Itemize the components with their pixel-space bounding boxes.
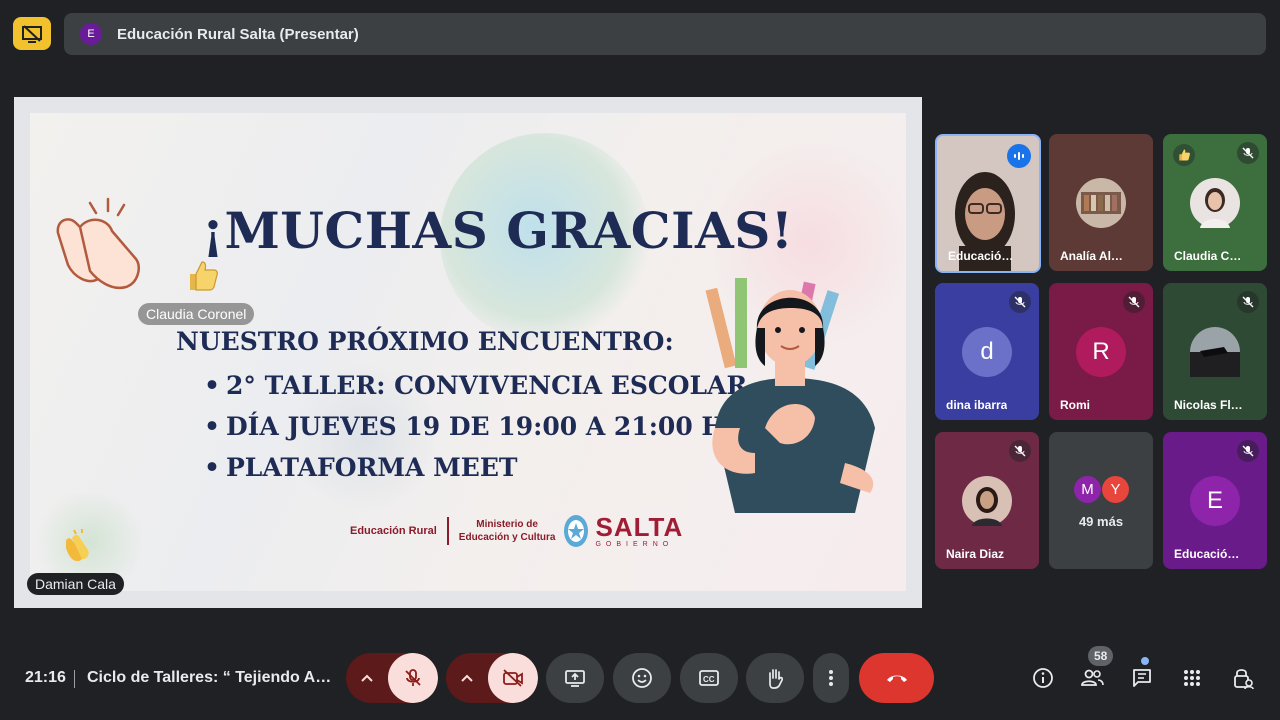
people-icon (1081, 669, 1104, 686)
people-button[interactable] (1079, 665, 1105, 691)
captions-button[interactable]: CC (680, 653, 738, 703)
slide-logos: Educación Rural Ministerio de Educación … (350, 511, 683, 551)
slide-bullet: DÍA JUEVES 19 DE 19:00 A 21:00 HS (204, 406, 747, 447)
reactions-button[interactable] (613, 653, 671, 703)
participant-name: Nicolas Fl… (1174, 398, 1243, 412)
activities-button[interactable] (1179, 665, 1205, 691)
clock: 21:16 (25, 669, 66, 686)
presenting-banner: E Educación Rural Salta (Presentar) (64, 13, 1266, 55)
present-screen-button[interactable] (546, 653, 604, 703)
chat-icon (1133, 669, 1151, 687)
reaction-name-chip: Damian Cala (27, 573, 124, 595)
camera-control (446, 653, 538, 703)
more-participants-tile[interactable]: M Y 49 más (1049, 432, 1153, 569)
info-icon (1033, 668, 1053, 688)
avatar (1190, 178, 1240, 228)
thumbs-up-icon (1173, 144, 1195, 166)
avatar: Y (1102, 476, 1129, 503)
speaking-indicator-icon (1007, 144, 1031, 168)
chat-button[interactable] (1129, 665, 1155, 691)
meeting-info-button[interactable] (1030, 665, 1056, 691)
raise-hand-button[interactable] (746, 653, 804, 703)
mic-off-icon (1237, 291, 1259, 313)
mic-off-icon (1237, 142, 1259, 164)
avatar: E (1190, 476, 1240, 526)
participant-count-badge: 58 (1088, 646, 1114, 666)
reaction-name-chip: Claudia Coronel (138, 303, 255, 325)
hang-up-icon (886, 675, 907, 682)
avatar: M (1074, 476, 1101, 503)
avatar: d (962, 327, 1012, 377)
participant-tile[interactable]: Claudia C… (1163, 134, 1267, 271)
avatar (1190, 327, 1240, 377)
logo-educacion-rural: Educación Rural (350, 525, 437, 537)
participant-name: Naira Diaz (946, 547, 1005, 561)
more-participants-label: 49 más (1078, 514, 1124, 529)
participant-name: Analía Al… (1060, 249, 1123, 263)
clapping-hands-icon (66, 529, 89, 562)
microphone-control (346, 653, 438, 703)
captions-icon: CC (699, 670, 719, 686)
hand-icon (769, 669, 784, 689)
presenter-title: Educación Rural Salta (Presentar) (117, 25, 359, 43)
video-options-button[interactable] (446, 653, 488, 703)
slide-bullet: PLATAFORMA MEET (204, 447, 747, 488)
thumbs-up-icon (190, 261, 218, 291)
participant-tile[interactable]: R Romi (1049, 283, 1153, 420)
salta-seal-icon (564, 515, 589, 547)
presentation-stage: ¡MUCHAS GRACIAS! NUESTRO PRÓXIMO ENCUENT… (14, 97, 922, 608)
presentation-off-icon[interactable] (13, 17, 51, 50)
participant-name: Romi (1060, 398, 1090, 412)
participant-name: Educació… (948, 249, 1014, 263)
camera-off-button[interactable] (488, 653, 538, 703)
participant-name: Educació… (1174, 547, 1240, 561)
present-screen-icon (565, 670, 585, 687)
participant-name: Claudia C… (1174, 249, 1242, 263)
mic-off-icon (1123, 291, 1145, 313)
audio-options-button[interactable] (346, 653, 388, 703)
participant-name: dina ibarra (946, 398, 1008, 412)
mic-off-icon (1237, 440, 1259, 462)
participant-tile[interactable]: Educació… (935, 134, 1041, 273)
mic-off-icon (405, 669, 421, 686)
call-controls-bar: 21:16 Ciclo de Talleres: “ Tejiendo A… C… (0, 640, 1280, 720)
emoji-icon (632, 668, 652, 688)
avatar (962, 476, 1012, 526)
participant-tile[interactable]: d dina ibarra (935, 283, 1039, 420)
logo-salta: SALTA GOBIERNO (595, 511, 684, 548)
participant-tile[interactable]: Naira Diaz (935, 432, 1039, 569)
slide-bullet: 2° TALLER: CONVIVENCIA ESCOLAR (204, 365, 747, 406)
participant-tile[interactable]: Analía Al… (1049, 134, 1153, 271)
mic-off-icon (1009, 291, 1031, 313)
meeting-title: Ciclo de Talleres: “ Tejiendo A… (87, 669, 332, 686)
chat-unread-dot (1141, 657, 1149, 665)
avatar: R (1076, 327, 1126, 377)
host-controls-button[interactable] (1230, 665, 1256, 691)
girl-illustration (705, 278, 875, 513)
slide: ¡MUCHAS GRACIAS! NUESTRO PRÓXIMO ENCUENT… (30, 113, 906, 591)
more-options-button[interactable] (813, 653, 849, 703)
presenter-avatar: E (80, 23, 102, 45)
apps-grid-icon (1184, 670, 1200, 686)
leave-call-button[interactable] (859, 653, 934, 703)
logo-ministerio: Ministerio de Educación y Cultura (458, 519, 556, 543)
svg-text:CC: CC (703, 675, 715, 684)
mic-off-icon (1009, 440, 1031, 462)
camera-off-icon (503, 669, 523, 687)
mic-off-button[interactable] (388, 653, 438, 703)
participant-tile[interactable]: E Educació… (1163, 432, 1267, 569)
slide-bullets: 2° TALLER: CONVIVENCIA ESCOLAR DÍA JUEVE… (204, 365, 747, 488)
more-vert-icon (829, 670, 833, 686)
slide-title: ¡MUCHAS GRACIAS! (202, 201, 794, 260)
clapping-hands-illustration (56, 197, 140, 290)
avatar (1076, 178, 1126, 228)
lock-person-icon (1234, 669, 1254, 690)
slide-subtitle: NUESTRO PRÓXIMO ENCUENTRO: (176, 327, 674, 356)
participant-tile[interactable]: Nicolas Fl… (1163, 283, 1267, 420)
